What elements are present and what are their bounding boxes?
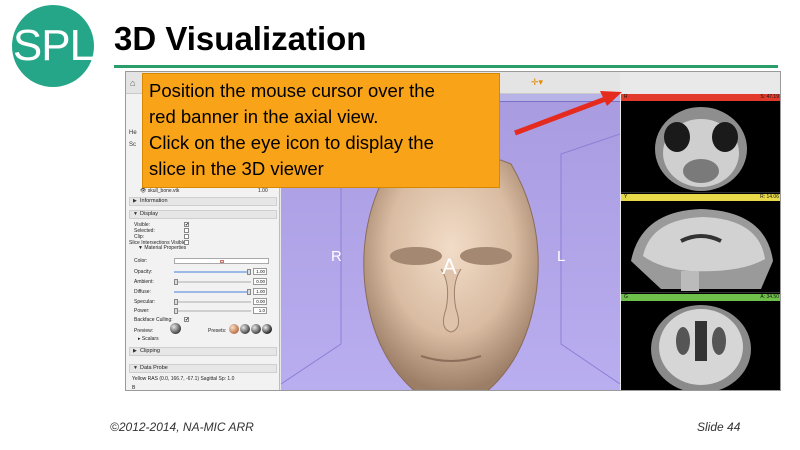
data-probe-readout: Yellow RAS (0.0, 166.7, -67.1) Sagittal … <box>132 376 235 382</box>
color-picker[interactable] <box>174 258 269 264</box>
diffuse-spinbox[interactable]: 1.00 <box>253 288 267 295</box>
sagittal-slice-offset: R: 14.06 <box>760 194 779 200</box>
scalars-header[interactable]: ▸ Scalars <box>138 336 159 342</box>
section-clipping-label: Clipping <box>140 348 160 354</box>
data-probe-next: B <box>132 385 136 391</box>
ambient-label: Ambient: <box>134 279 154 285</box>
section-information[interactable]: ▶ Information <box>129 197 277 206</box>
axial-slice-offset: S: 47.19 <box>760 94 779 100</box>
power-spinbox[interactable]: 1.0 <box>253 307 267 314</box>
slice-view-coronal[interactable]: G A: 34.50 <box>621 294 780 390</box>
specular-knob[interactable] <box>174 299 178 305</box>
preset-swatch-4[interactable] <box>262 324 272 334</box>
material-properties-header[interactable]: ▼ Material Properties <box>138 245 186 251</box>
section-display-label: Display <box>140 211 159 217</box>
model-name: skull_bone.vtk <box>147 188 180 194</box>
ambient-knob[interactable] <box>174 279 178 285</box>
axial-slice-banner[interactable]: R S: 47.19 <box>621 94 780 101</box>
left-eye-socket <box>390 247 442 265</box>
power-slider[interactable] <box>174 310 251 312</box>
specular-spinbox[interactable]: 0.00 <box>253 298 267 305</box>
bounding-box-edge <box>560 133 620 385</box>
power-knob[interactable] <box>174 308 178 314</box>
slice-view-sagittal[interactable]: Y R: 14.06 <box>621 194 780 293</box>
selected-checkbox[interactable] <box>184 228 189 233</box>
eye-icon[interactable]: 👁 <box>140 188 146 194</box>
spl-logo: SPL <box>12 5 94 87</box>
diffuse-label: Diffuse: <box>134 289 151 295</box>
section-clipping[interactable]: ▶ Clipping <box>129 347 277 356</box>
side-tab-scene[interactable]: Sc <box>129 142 136 148</box>
backface-culling-checkbox[interactable]: ✔ <box>184 317 189 323</box>
preset-swatch-1[interactable] <box>229 324 239 334</box>
presets-label: Presets: <box>208 328 227 334</box>
callout-line-1: Position the mouse cursor over the <box>149 80 435 101</box>
home-icon[interactable]: ⌂ <box>130 78 135 88</box>
material-preview-sphere <box>170 323 181 334</box>
specular-label: Specular: <box>134 299 156 305</box>
callout-line-2: red banner in the axial view. <box>149 106 379 127</box>
callout-line-3: Click on the eye icon to display the <box>149 132 434 153</box>
coronal-slice-offset: A: 34.50 <box>760 294 779 300</box>
axial-slice-label: R <box>624 94 628 100</box>
sagittal-slice-banner[interactable]: Y R: 14.06 <box>621 194 780 201</box>
collapse-icon: ▼ <box>133 365 138 371</box>
side-tab-help[interactable]: He <box>129 130 137 136</box>
collapse-icon: ▼ <box>133 211 138 217</box>
right-eye-socket <box>460 247 512 265</box>
slice-view-axial[interactable]: R S: 47.19 <box>621 94 780 193</box>
logo-text: SPL <box>12 21 94 70</box>
opacity-slider[interactable] <box>174 271 251 273</box>
expand-icon: ▶ <box>133 198 137 204</box>
power-label: Power: <box>134 308 150 314</box>
orientation-label-anterior: A <box>442 254 457 279</box>
coronal-slice-image <box>651 305 751 390</box>
orientation-label-left: L <box>557 248 566 265</box>
preset-swatch-2[interactable] <box>240 324 250 334</box>
ambient-slider[interactable] <box>174 281 251 283</box>
diffuse-knob[interactable] <box>247 289 251 295</box>
preview-label: Preview: <box>134 328 154 334</box>
instruction-callout: Position the mouse cursor over the red b… <box>142 73 500 188</box>
model-row[interactable]: 👁 skull_bone.vtk <box>140 188 179 194</box>
crosshair-icon[interactable]: ✛▾ <box>531 77 543 88</box>
axial-slice-image <box>655 107 747 191</box>
slide-title: 3D Visualization <box>114 20 367 57</box>
section-information-label: Information <box>140 198 168 204</box>
color-chip <box>220 260 224 263</box>
sagittal-slice-image <box>631 209 773 291</box>
model-opacity-value: 1.00 <box>258 188 268 194</box>
slice-views: R S: 47.19 Y R: 14.06 G A: 34.50 <box>621 94 780 390</box>
callout-line-4: slice in the 3D viewer <box>149 158 324 179</box>
section-display[interactable]: ▼ Display <box>129 210 277 219</box>
orientation-label-right: R <box>331 248 342 265</box>
ambient-spinbox[interactable]: 0.00 <box>253 278 267 285</box>
coronal-slice-label: G <box>624 294 628 300</box>
specular-slider[interactable] <box>174 301 251 303</box>
title-rule <box>114 65 778 68</box>
section-data-probe[interactable]: ▼ Data Probe <box>129 364 277 373</box>
visible-checkbox[interactable]: ✔ <box>184 222 189 228</box>
section-data-probe-label: Data Probe <box>140 365 168 371</box>
slide-number: Slide 44 <box>697 420 741 434</box>
clip-checkbox[interactable] <box>184 234 189 239</box>
opacity-spinbox[interactable]: 1.00 <box>253 268 267 275</box>
sagittal-slice-label: Y <box>624 194 628 200</box>
expand-icon: ▶ <box>133 348 137 354</box>
scalars-label: Scalars <box>141 336 159 342</box>
copyright-footer: ©2012-2014, NA-MIC ARR <box>110 420 254 434</box>
coronal-slice-banner[interactable]: G A: 34.50 <box>621 294 780 301</box>
preset-swatch-3[interactable] <box>251 324 261 334</box>
material-properties-label: Material Properties <box>144 245 187 251</box>
opacity-label: Opacity: <box>134 269 153 275</box>
color-label: Color: <box>134 258 148 264</box>
diffuse-slider[interactable] <box>174 291 251 293</box>
backface-culling-label: Backface Culling: <box>134 317 173 323</box>
opacity-knob[interactable] <box>247 269 251 275</box>
